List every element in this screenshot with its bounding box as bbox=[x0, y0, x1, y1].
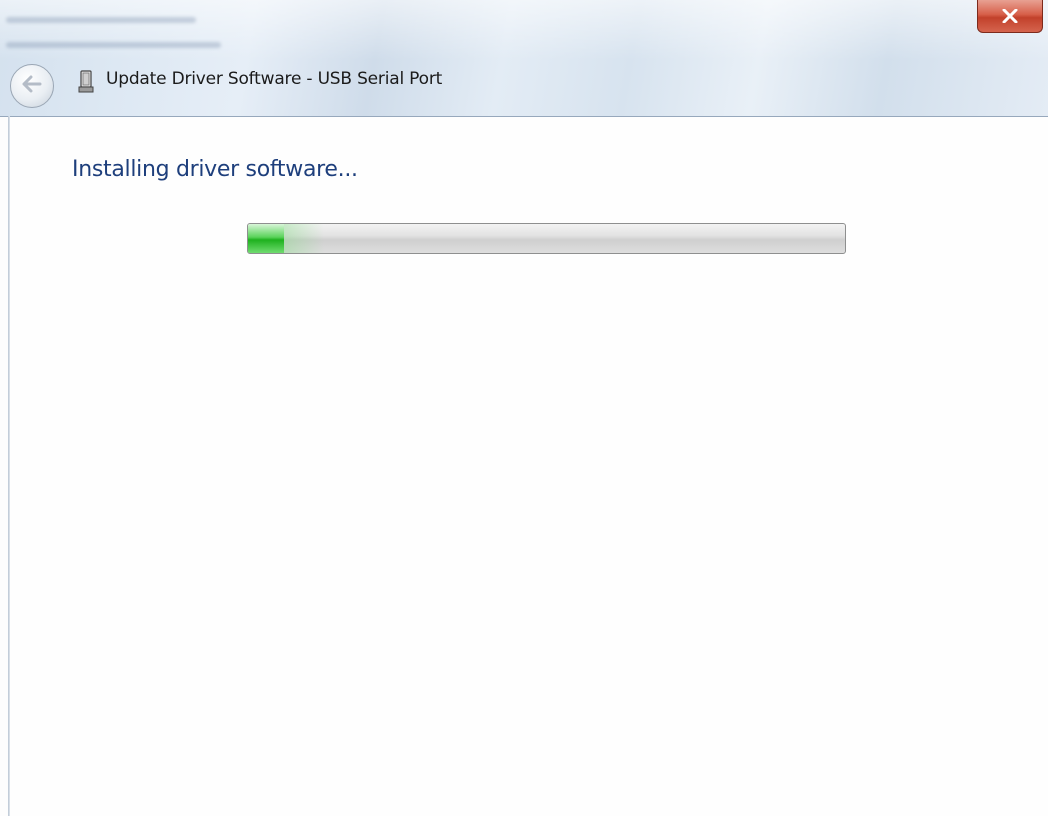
progress-glow bbox=[283, 224, 324, 253]
page-heading: Installing driver software... bbox=[72, 157, 358, 182]
background-blur bbox=[6, 42, 221, 48]
window-title: Update Driver Software - USB Serial Port bbox=[106, 69, 443, 89]
close-button[interactable] bbox=[977, 0, 1043, 33]
dialog-window: Update Driver Software - USB Serial Port… bbox=[0, 0, 1048, 816]
title-bar: Update Driver Software - USB Serial Port bbox=[0, 0, 1048, 117]
progress-fill bbox=[248, 224, 284, 253]
close-icon bbox=[1002, 9, 1018, 23]
content-area: Installing driver software... bbox=[10, 117, 1048, 816]
back-button[interactable] bbox=[10, 64, 54, 108]
progress-bar bbox=[247, 223, 846, 254]
background-blur bbox=[6, 17, 196, 23]
back-arrow-icon bbox=[21, 75, 43, 97]
usb-device-icon bbox=[78, 70, 94, 94]
title-bar-glare bbox=[0, 0, 1048, 60]
